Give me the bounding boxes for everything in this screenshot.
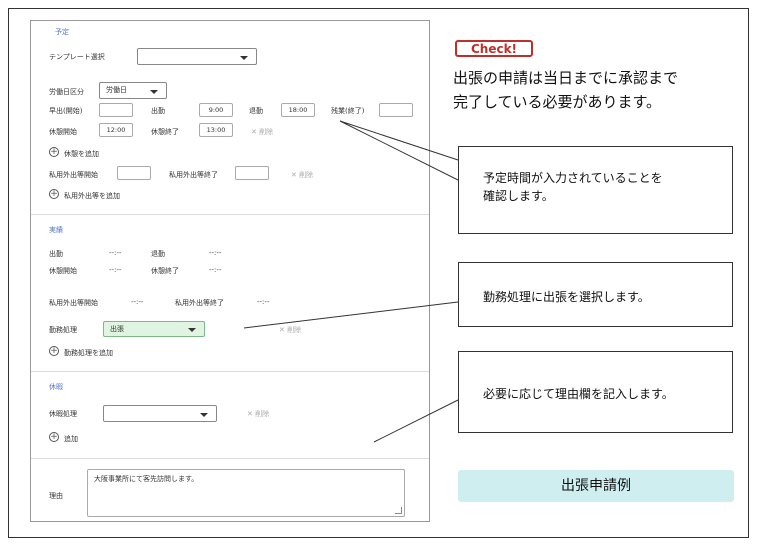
pointer-riyu — [373, 399, 459, 443]
pointer-kinmu — [243, 301, 459, 329]
pointer-schedule — [339, 120, 459, 181]
example-label: 出張申請例 — [458, 470, 734, 502]
callout-pointers — [243, 120, 459, 443]
